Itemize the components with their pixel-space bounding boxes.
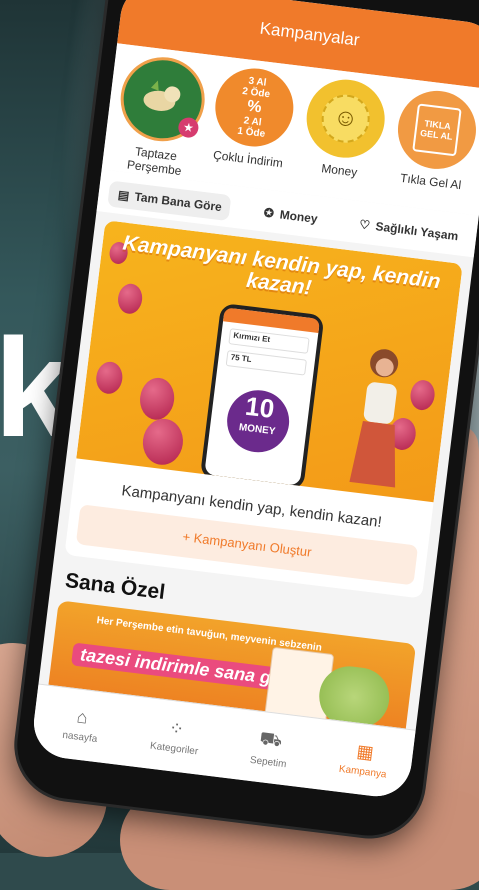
money-badge: 10 MONEY [223, 386, 293, 456]
star-icon: ★ [177, 116, 200, 139]
balloon-decoration [116, 282, 144, 315]
page-title: Kampanyalar [258, 18, 361, 50]
campaign-taptaze[interactable]: ★ Taptaze Perşembe [110, 52, 212, 181]
promo-banner[interactable]: Kampanyanı kendin yap, kendin kazan! Kır… [76, 219, 463, 503]
vegetables-icon: ★ [115, 52, 210, 147]
tab-tam-bana-gore[interactable]: ▤ Tam Bana Göre [107, 180, 232, 221]
nav-label: Kampanya [338, 763, 388, 781]
multi-discount-icon: 3 Al 2 Öde % 2 Al 1 Öde [210, 64, 298, 151]
promo-card: Kampanyanı kendin yap, kendin kazan! Kır… [64, 219, 463, 599]
document-icon: ▤ [117, 187, 131, 203]
campaign-label: Money [320, 161, 359, 180]
balloon-decoration [140, 416, 186, 467]
campaigns-icon: ▦ [355, 740, 375, 763]
nav-sepetim[interactable]: ⛟ Sepetim [233, 725, 307, 772]
tab-saglikli-yasam[interactable]: ♡ Sağlıklı Yaşam [348, 210, 467, 250]
nav-kampanyalar[interactable]: ▦ Kampanya [327, 738, 401, 782]
campaign-label: Çoklu İndirim [212, 147, 284, 171]
money-badge-icon: ✪ [263, 205, 275, 221]
campaign-tikla-gel-al[interactable]: TIKLA GEL AL Tıkla Gel Al [384, 86, 479, 215]
home-icon: ⌂ [75, 706, 89, 728]
campaign-label: Tıkla Gel Al [399, 170, 462, 193]
woman-illustration [349, 348, 399, 488]
mini-form-field: 75 TL [225, 349, 308, 376]
app-screen: Kampanyalar ★ Taptaze Perşembe 3 Al 2 Öd… [29, 0, 479, 801]
nav-kategoriler[interactable]: ⁘ Kategoriler [139, 714, 213, 758]
mini-form-field: Kırmızı Et [228, 327, 310, 354]
nav-label: nasayfa [61, 729, 98, 745]
tab-label: Tam Bana Göre [133, 189, 223, 214]
categories-icon: ⁘ [167, 717, 186, 740]
tab-money[interactable]: ✪ Money [252, 198, 327, 233]
badge-line: 1 Öde [236, 125, 266, 140]
nav-label: Sepetim [249, 754, 288, 770]
smiley-icon: ☺ [318, 91, 373, 146]
campaign-coklu-indirim[interactable]: 3 Al 2 Öde % 2 Al 1 Öde Çoklu İndirim [201, 63, 303, 192]
nav-anasayfa[interactable]: ⌂ nasayfa [44, 703, 118, 747]
heartbeat-icon: ♡ [358, 216, 371, 233]
nav-label: Kategoriler [149, 740, 199, 758]
balloon-decoration [137, 375, 177, 422]
shopping-bag-icon: TIKLA GEL AL [393, 86, 479, 174]
tab-label: Sağlıklı Yaşam [374, 218, 460, 244]
mini-phone-illustration: Kırmızı Et 75 TL 10 MONEY [199, 302, 325, 491]
cart-icon: ⛟ [258, 727, 284, 751]
money-smiley-icon: ☺ [302, 75, 390, 163]
balloon-decoration [94, 360, 125, 396]
campaign-money[interactable]: ☺ Money [292, 75, 394, 204]
tab-label: Money [278, 207, 319, 226]
